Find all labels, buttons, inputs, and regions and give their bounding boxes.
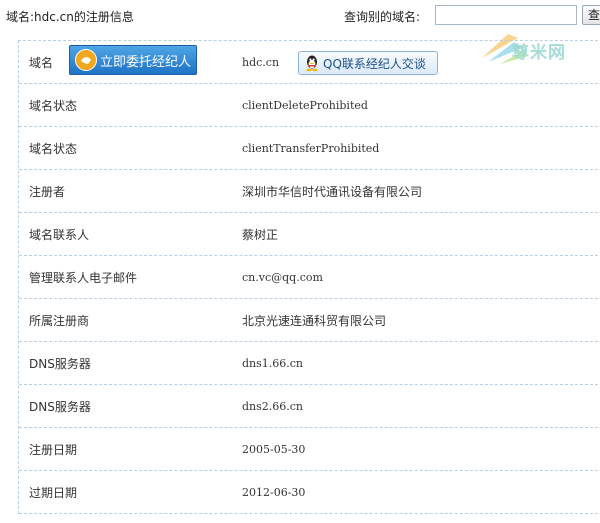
qq-penguin-icon: [306, 55, 318, 72]
qq-contact-label: QQ联系经纪人交谈: [323, 56, 426, 71]
handshake-icon: [75, 49, 97, 71]
table-row: 过期日期 2012-06-30: [19, 471, 600, 514]
domain-search-input[interactable]: [435, 5, 577, 25]
table-row: 管理联系人电子邮件 cn.vc@qq.com: [19, 256, 600, 299]
row-label: DNS服务器: [29, 399, 91, 414]
table-row: 域名状态 clientDeleteProhibited: [19, 84, 600, 127]
table-row: DNS服务器 dns2.66.cn: [19, 385, 600, 428]
top-bar: 域名:hdc.cn的注册信息 查询别的域名: 查询: [0, 0, 600, 30]
row-label: 所属注册商: [29, 313, 90, 328]
row-value: 北京光速连通科贸有限公司: [242, 313, 387, 328]
table-row: 所属注册商 北京光速连通科贸有限公司: [19, 299, 600, 342]
row-value: 深圳市华信时代通讯设备有限公司: [242, 184, 423, 199]
row-value: hdc.cn: [242, 55, 280, 69]
registration-info-table: 域名 立即委托经纪人 hdc.cn QQ联系经纪人交谈 域名状态 clientD…: [18, 40, 600, 514]
row-value: clientDeleteProhibited: [242, 98, 368, 112]
table-row: 注册日期 2005-05-30: [19, 428, 600, 471]
qq-contact-broker-button[interactable]: QQ联系经纪人交谈: [298, 51, 438, 75]
entrust-broker-button[interactable]: 立即委托经纪人: [69, 45, 197, 75]
row-value: clientTransferProhibited: [242, 141, 380, 155]
row-label: 注册者: [29, 184, 66, 199]
row-label: DNS服务器: [29, 356, 91, 371]
table-row: 域名联系人 蔡树正: [19, 213, 600, 256]
entrust-broker-label: 立即委托经纪人: [100, 54, 192, 70]
table-row: 域名 立即委托经纪人 hdc.cn QQ联系经纪人交谈: [19, 41, 600, 84]
table-row: DNS服务器 dns1.66.cn: [19, 342, 600, 385]
search-label: 查询别的域名:: [344, 10, 421, 24]
row-value: 蔡树正: [242, 227, 279, 242]
row-label: 域名: [29, 55, 54, 70]
row-label: 域名联系人: [29, 227, 90, 242]
row-value: 2012-06-30: [242, 485, 306, 499]
row-value: dns2.66.cn: [242, 399, 304, 413]
row-label: 过期日期: [29, 485, 78, 500]
row-label: 管理联系人电子邮件: [29, 270, 138, 285]
table-row: 注册者 深圳市华信时代通讯设备有限公司: [19, 170, 600, 213]
search-button[interactable]: 查询: [582, 5, 600, 25]
row-value: dns1.66.cn: [242, 356, 304, 370]
row-value: 2005-05-30: [242, 442, 306, 456]
page-title: 域名:hdc.cn的注册信息: [6, 10, 134, 24]
table-row: 域名状态 clientTransferProhibited: [19, 127, 600, 170]
row-label: 注册日期: [29, 442, 78, 457]
row-label: 域名状态: [29, 141, 78, 156]
row-label: 域名状态: [29, 98, 78, 113]
row-value: cn.vc@qq.com: [242, 270, 323, 284]
